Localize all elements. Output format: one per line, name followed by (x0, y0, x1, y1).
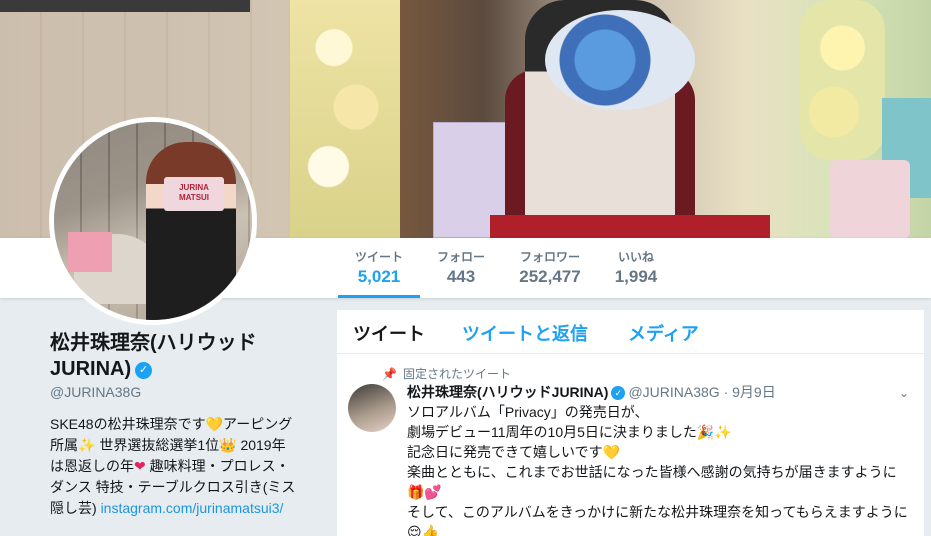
tweet-line: そして、このアルバムをきっかけに新たな松井珠理奈を知ってもらえますように (407, 504, 908, 520)
pin-icon: 📌 (382, 367, 397, 381)
stat-tweets-value: 5,021 (357, 267, 401, 286)
timeline: ツイート ツイートと返信 メディア 📌 固定されたツイート 松井珠理奈(ハリウッド… (337, 310, 924, 536)
red-heart-icon: ❤ (134, 458, 146, 474)
stat-tweets[interactable]: ツイート 5,021 (338, 238, 420, 298)
avatar-name-box: JURINA MATSUI (164, 177, 224, 211)
profile-info: 松井珠理奈(ハリウッド JURINA) ✓ @JURINA38G SKE48の松井… (50, 330, 300, 519)
sparkles-icon: ✨ (78, 437, 96, 453)
stat-likes-label: いいね (617, 250, 654, 264)
crown-icon: 👑 (219, 437, 237, 453)
tweet-text: ソロアルバム「Privacy」の発売日が、 劇場デビュー11周年の10月5日に決… (407, 402, 917, 536)
bio-text-3: 世界選抜総選挙1位 (95, 437, 220, 453)
profile-name[interactable]: 松井珠理奈(ハリウッド JURINA) ✓ (50, 330, 300, 382)
bio-instagram-link[interactable]: instagram.com/jurinamatsui3/ (101, 500, 284, 516)
avatar-person (146, 142, 236, 320)
banner-bouquet (545, 10, 695, 110)
tweet-line: 記念日に発売できて嬉しいです💛 (407, 444, 621, 460)
bio-text-1: SKE48の松井珠理奈です (50, 416, 206, 432)
verified-badge-icon: ✓ (135, 362, 153, 379)
tweet-line: 劇場デビュー11周年の10月5日に決まりました🎉✨ (407, 424, 732, 440)
profile-handle[interactable]: @JURINA38G (50, 384, 300, 400)
banner-flowers-right (800, 0, 885, 160)
tweet-line: 🎁💕 (407, 484, 442, 500)
tweet-verified-icon: ✓ (611, 386, 626, 400)
banner-dark-strip (0, 0, 250, 12)
banner-cake (830, 160, 910, 238)
tab-media[interactable]: メディア (628, 320, 699, 346)
tweet-header: 松井珠理奈(ハリウッドJURINA) ✓ @JURINA38G · 9月9日 (407, 382, 776, 402)
tweet-line: ソロアルバム「Privacy」の発売日が、 (407, 404, 649, 420)
stat-following-label: フォロー (436, 250, 485, 264)
profile-name-line2: JURINA) (50, 358, 132, 380)
stat-likes-value: 1,994 (614, 267, 658, 286)
stat-followers[interactable]: フォロワー 252,477 (512, 238, 588, 298)
profile-avatar[interactable]: JURINA MATSUI (49, 117, 257, 325)
tweet-author-handle[interactable]: @JURINA38G (628, 384, 719, 400)
tweet-line: 😌👍 (407, 524, 440, 536)
tab-tweets-replies[interactable]: ツイートと返信 (462, 320, 588, 346)
tweet-date[interactable]: · 9月9日 (724, 384, 776, 400)
chevron-down-icon[interactable]: ⌄ (899, 386, 909, 400)
banner-flowers-left (290, 0, 400, 238)
stat-likes[interactable]: いいね 1,994 (608, 238, 664, 298)
banner-carpet (490, 215, 770, 238)
avatar-gift (68, 232, 112, 272)
pinned-tweet-label: 📌 固定されたツイート (382, 365, 511, 382)
profile-bio: SKE48の松井珠理奈です💛アーピング所属✨ 世界選抜総選挙1位👑 2019年は… (50, 414, 296, 519)
stat-followers-label: フォロワー (519, 250, 580, 264)
tab-tweets[interactable]: ツイート (353, 320, 425, 346)
stat-following-value: 443 (446, 267, 476, 286)
stat-tweets-label: ツイート (354, 250, 403, 264)
yellow-heart-icon: 💛 (205, 416, 224, 432)
profile-name-line1: 松井珠理奈(ハリウッド (50, 332, 257, 354)
timeline-tabs: ツイート ツイートと返信 メディア (337, 310, 924, 354)
stat-followers-value: 252,477 (519, 267, 581, 286)
pinned-text: 固定されたツイート (402, 367, 511, 381)
stat-following[interactable]: フォロー 443 (430, 238, 492, 298)
tweet-author-name[interactable]: 松井珠理奈(ハリウッドJURINA) (407, 384, 608, 400)
avatar-box-text: JURINA MATSUI (178, 183, 210, 202)
tweet-avatar[interactable] (348, 384, 396, 432)
tweet-line: 楽曲とともに、これまでお世話になった皆様へ感謝の気持ちが届きますように (407, 464, 897, 480)
